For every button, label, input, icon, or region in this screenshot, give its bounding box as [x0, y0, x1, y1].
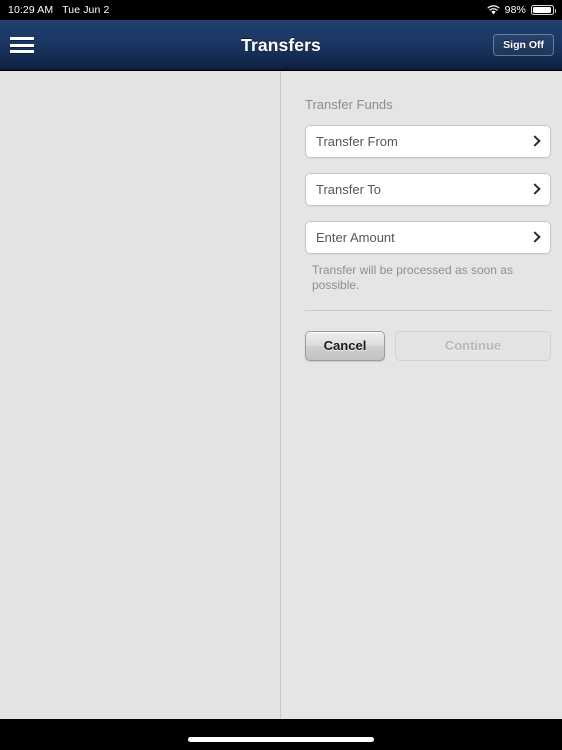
- continue-button[interactable]: Continue: [395, 331, 551, 361]
- status-bar-right: 98%: [487, 0, 556, 20]
- content-area: Transfer Funds Transfer From Transfer To…: [0, 71, 562, 719]
- transfer-form-pane: Transfer Funds Transfer From Transfer To…: [282, 71, 562, 719]
- battery-fill: [533, 7, 551, 13]
- cancel-button[interactable]: Cancel: [305, 331, 385, 361]
- enter-amount-label: Enter Amount: [316, 230, 395, 245]
- left-detail-pane: [0, 71, 281, 719]
- battery-percent-label: 98%: [504, 4, 526, 16]
- wifi-icon: [487, 5, 500, 15]
- transfer-to-label: Transfer To: [316, 182, 382, 197]
- status-bar-left: 10:29 AM Tue Jun 2: [8, 0, 109, 20]
- chevron-right-icon: [529, 134, 541, 147]
- transfer-from-label: Transfer From: [316, 134, 398, 149]
- home-indicator[interactable]: [188, 737, 374, 742]
- status-date: Tue Jun 2: [62, 4, 110, 16]
- status-bar: 10:29 AM Tue Jun 2 98%: [0, 0, 562, 20]
- section-title: Transfer Funds: [305, 97, 393, 112]
- chevron-right-icon: [529, 230, 541, 243]
- transfer-from-row[interactable]: Transfer From: [305, 125, 551, 158]
- status-time: 10:29 AM: [8, 4, 54, 16]
- chevron-right-icon: [529, 182, 541, 195]
- device-screen: 10:29 AM Tue Jun 2 98% Transfers Sign Of…: [0, 0, 562, 750]
- battery-icon: [531, 5, 556, 15]
- navigation-bar: Transfers Sign Off: [0, 20, 562, 70]
- enter-amount-row[interactable]: Enter Amount: [305, 221, 551, 254]
- sign-off-button[interactable]: Sign Off: [493, 34, 554, 56]
- form-note: Transfer will be processed as soon as po…: [312, 263, 513, 292]
- home-bar: [0, 719, 562, 750]
- page-title: Transfers: [241, 35, 321, 55]
- transfer-to-row[interactable]: Transfer To: [305, 173, 551, 206]
- divider: [305, 310, 551, 311]
